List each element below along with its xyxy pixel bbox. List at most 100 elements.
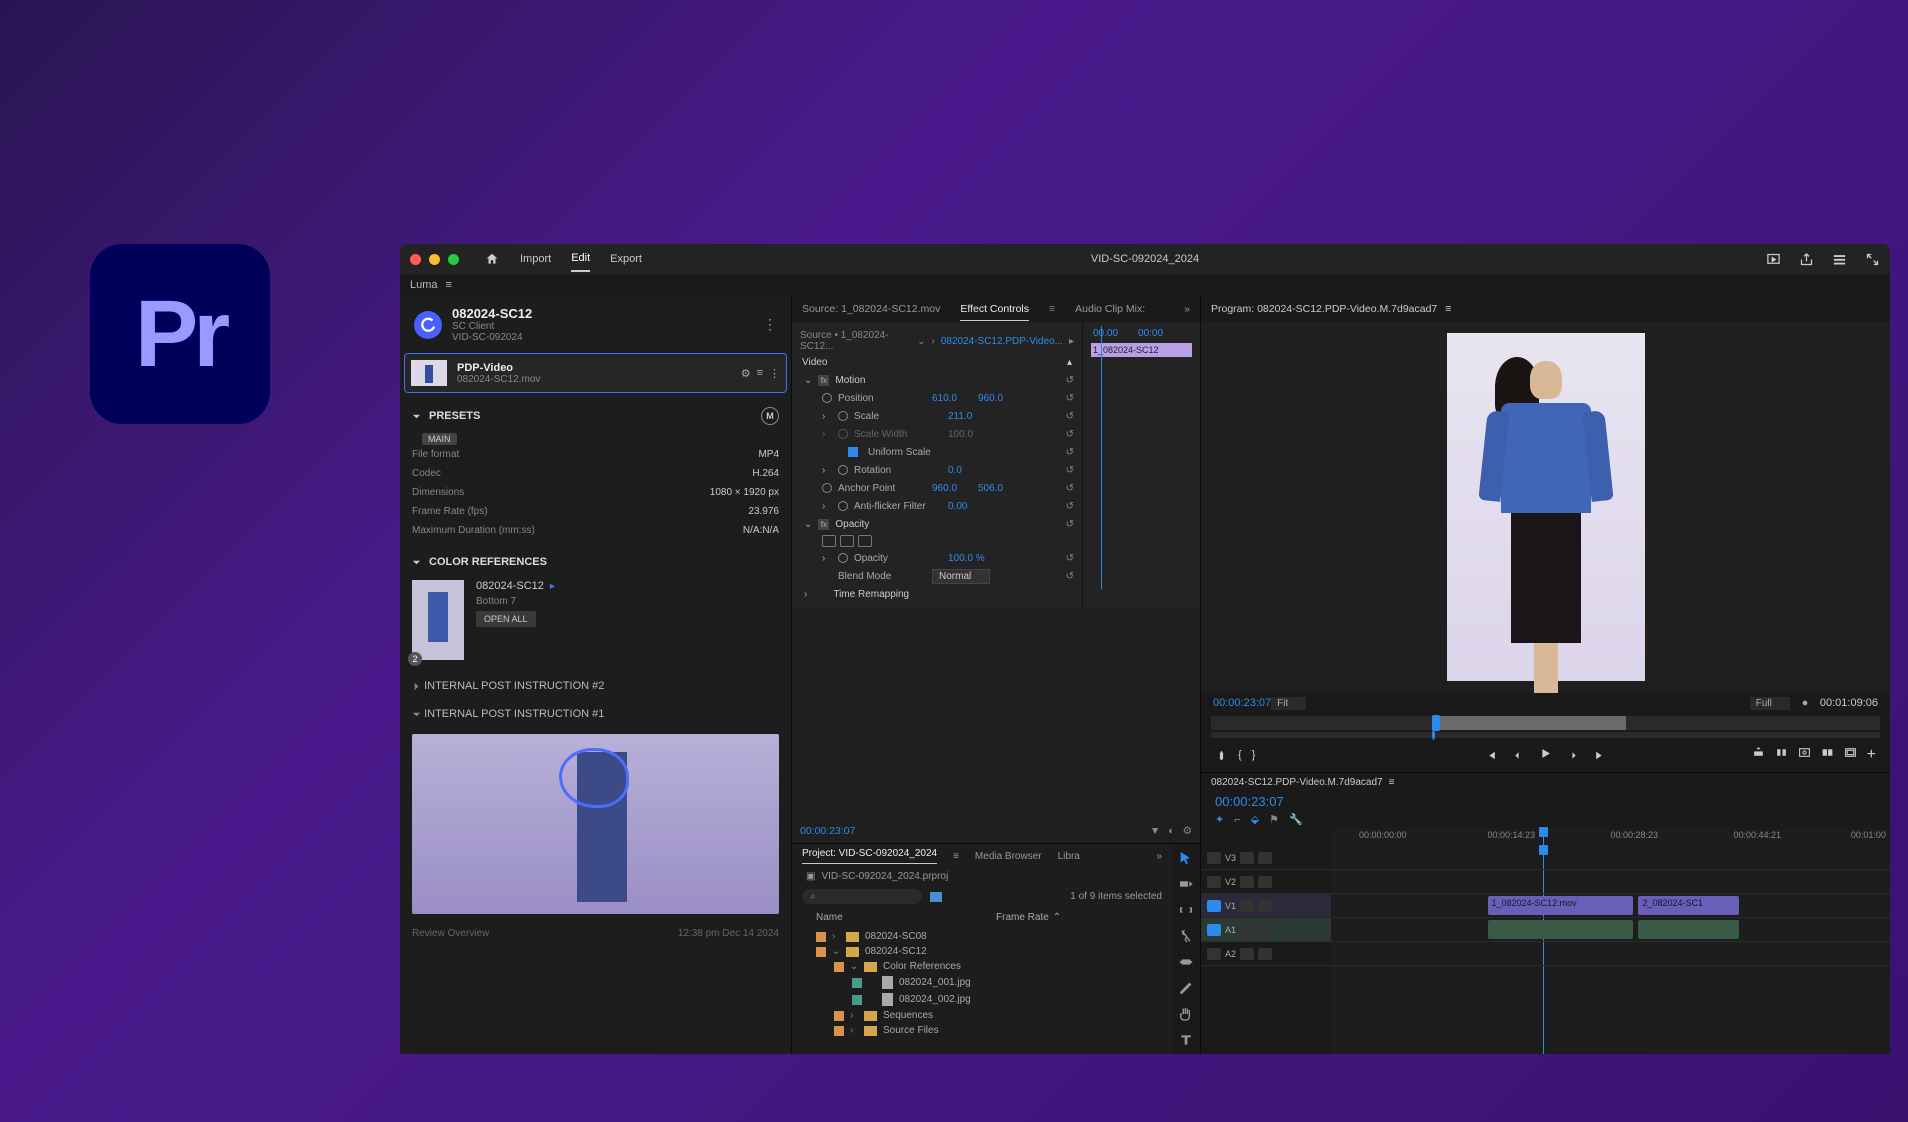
selection-tool-icon[interactable] — [1178, 850, 1194, 866]
clip-duration-bar[interactable]: 1_082024-SC12 — [1091, 343, 1192, 357]
scale-label[interactable]: Scale — [854, 411, 942, 422]
tab-audio-mix[interactable]: Audio Clip Mix: — [1075, 298, 1145, 320]
ellipse-mask-icon[interactable] — [822, 535, 836, 547]
resolution-dropdown[interactable]: Full — [1750, 697, 1790, 710]
go-to-out-icon[interactable] — [1594, 749, 1607, 762]
reset-icon[interactable]: ↺ — [1066, 375, 1074, 386]
comparison-icon[interactable] — [1821, 746, 1834, 759]
opacity-effect[interactable]: Opacity — [835, 519, 869, 530]
tab-edit[interactable]: Edit — [571, 246, 590, 272]
fx-badge-icon[interactable]: fx — [818, 375, 829, 386]
eye-toggle[interactable] — [1258, 852, 1272, 864]
track-v2[interactable]: V2 — [1201, 870, 1331, 894]
step-forward-icon[interactable] — [1567, 749, 1580, 762]
panel-menu-icon[interactable]: ≡ — [1445, 303, 1451, 315]
presets-header[interactable]: PRESETS M — [400, 399, 791, 433]
stopwatch-icon[interactable] — [838, 501, 848, 511]
reset-icon[interactable]: ↺ — [1066, 429, 1074, 440]
linked-selection-icon[interactable]: ⌐ — [1234, 814, 1240, 826]
asset-menu-icon[interactable]: ⋮ — [763, 316, 777, 333]
panel-menu-icon[interactable]: ≡ — [446, 279, 452, 291]
tracks-area[interactable]: 1_082024-SC12.mov 2_082024-SC1 — [1331, 846, 1890, 1054]
file-row[interactable]: 082024_002.jpg — [802, 991, 1162, 1008]
bin-row[interactable]: ›Source Files — [802, 1023, 1162, 1038]
razor-tool-icon[interactable] — [1178, 928, 1194, 944]
instruction-1-header[interactable]: INTERNAL POST INSTRUCTION #1 — [400, 700, 791, 728]
home-icon[interactable] — [484, 252, 500, 266]
flag-icon[interactable]: ▸ — [550, 581, 555, 592]
reset-icon[interactable]: ↺ — [1066, 411, 1074, 422]
track-v3[interactable]: V3 — [1201, 846, 1331, 870]
track-a2[interactable]: A2 — [1201, 942, 1331, 966]
motion-effect[interactable]: Motion — [835, 375, 865, 386]
reset-icon[interactable]: ↺ — [1066, 571, 1074, 582]
lift-icon[interactable] — [1752, 746, 1765, 759]
extract-icon[interactable] — [1775, 746, 1788, 759]
hand-tool-icon[interactable] — [1178, 1006, 1194, 1022]
fit-dropdown[interactable]: Fit — [1271, 697, 1306, 710]
go-to-in-icon[interactable] — [1484, 749, 1497, 762]
blend-mode-dropdown[interactable]: Normal — [932, 569, 990, 584]
scale-value[interactable]: 211.0 — [948, 411, 988, 422]
current-timecode[interactable]: 00:00:23:07 — [1213, 697, 1271, 709]
position-label[interactable]: Position — [838, 393, 926, 404]
time-remapping-effect[interactable]: Time Remapping — [833, 589, 909, 600]
tab-export[interactable]: Export — [610, 247, 642, 271]
track-a1[interactable]: A1 — [1201, 918, 1331, 942]
list-icon[interactable]: ≡ — [757, 367, 763, 380]
more-tabs-icon[interactable]: » — [1184, 303, 1190, 315]
reset-icon[interactable]: ↺ — [1066, 465, 1074, 476]
add-button-icon[interactable]: + — [1867, 746, 1876, 764]
workspace-icon[interactable] — [1832, 252, 1847, 267]
ripple-edit-icon[interactable] — [1178, 902, 1194, 918]
chevron-down-icon[interactable]: ⌄ — [804, 375, 812, 386]
chevron-down-icon[interactable]: ⌄ — [804, 519, 812, 530]
play-icon[interactable]: ▸ — [1069, 336, 1074, 347]
bin-row[interactable]: ›Sequences — [802, 1008, 1162, 1023]
anchor-label[interactable]: Anchor Point — [838, 483, 926, 494]
tab-effect-controls[interactable]: Effect Controls — [960, 298, 1029, 321]
stopwatch-icon[interactable] — [838, 411, 848, 421]
fullscreen-icon[interactable] — [1865, 252, 1880, 267]
reset-icon[interactable]: ↺ — [1066, 553, 1074, 564]
tab-import[interactable]: Import — [520, 247, 551, 271]
export-frame-icon[interactable] — [1798, 746, 1811, 759]
panel-menu-icon[interactable]: ≡ — [1389, 777, 1395, 788]
marker-icon[interactable]: ⬙ — [1251, 813, 1259, 826]
luma-tab[interactable]: Luma — [410, 279, 438, 291]
stopwatch-icon[interactable] — [838, 553, 848, 563]
wrench-icon[interactable]: 🔧 — [1289, 813, 1303, 826]
timeline-ruler[interactable]: 00:00:00:00 00:00:14:23 00:00:28:23 00:0… — [1331, 828, 1890, 846]
chevron-right-icon[interactable]: › — [822, 411, 832, 422]
playhead-marker[interactable] — [1432, 715, 1440, 731]
opacity-value[interactable]: 100.0 % — [948, 553, 988, 564]
program-monitor[interactable] — [1201, 322, 1890, 692]
bin-icon[interactable] — [930, 892, 942, 902]
reset-icon[interactable]: ↺ — [1066, 483, 1074, 494]
more-icon[interactable]: ⋮ — [769, 367, 780, 380]
sequence-tab[interactable]: 082024-SC12.PDP-Video.M.7d9acad7 — [1211, 777, 1383, 788]
position-x[interactable]: 610.0 — [932, 393, 972, 404]
step-back-icon[interactable] — [1511, 749, 1524, 762]
effect-keyframe-timeline[interactable]: 00.00 00:00 1_082024-SC12 — [1082, 322, 1200, 609]
uniform-scale-label[interactable]: Uniform Scale — [868, 447, 931, 458]
bin-row[interactable]: ⌄082024-SC12 — [802, 944, 1162, 959]
audio-clip[interactable] — [1488, 920, 1633, 939]
settings-icon[interactable]: ⚙ — [1183, 825, 1192, 837]
share-icon[interactable] — [1799, 252, 1814, 267]
tab-media-browser[interactable]: Media Browser — [975, 851, 1042, 862]
reset-icon[interactable]: ↺ — [1066, 393, 1074, 404]
snap-icon[interactable]: ✦ — [1215, 813, 1224, 826]
chevron-right-icon[interactable]: › — [804, 589, 807, 600]
video-clip[interactable]: 1_082024-SC12.mov — [1488, 896, 1633, 915]
sort-icon[interactable]: ⌃ — [1053, 912, 1061, 923]
fx-icon[interactable]: ⚙ — [741, 367, 751, 380]
zoom-icon[interactable]: ◐ — [1168, 825, 1174, 837]
anchor-x[interactable]: 960.0 — [932, 483, 972, 494]
filter-icon[interactable]: ▼ — [1150, 825, 1160, 837]
tab-source[interactable]: Source: 1_082024-SC12.mov — [802, 298, 940, 320]
color-ref-header[interactable]: COLOR REFERENCES — [400, 548, 791, 576]
track-select-icon[interactable] — [1178, 876, 1194, 892]
rect-mask-icon[interactable] — [840, 535, 854, 547]
playhead[interactable] — [1101, 326, 1102, 589]
